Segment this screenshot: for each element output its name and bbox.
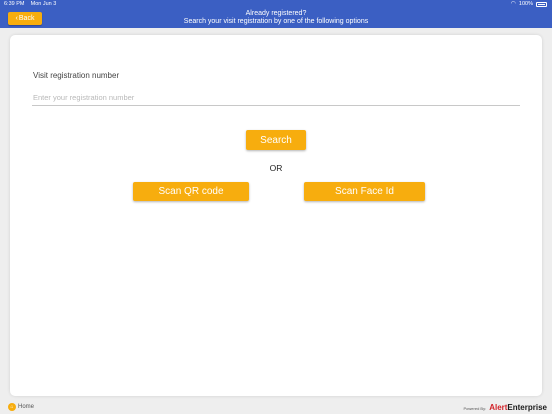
home-icon: ⌂ [8, 403, 16, 411]
scan-qr-code-button[interactable]: Scan QR code [133, 182, 249, 201]
wifi-icon: ◠ [510, 0, 516, 7]
or-divider-text: OR [269, 163, 283, 173]
page-subtitle: Search your visit registration by one of… [183, 18, 369, 25]
header-bar: 6:39 PM Mon Jun 3 ◠ 100% ‹ Back Already … [0, 0, 552, 28]
status-indicators: ◠ 100% [511, 1, 547, 7]
status-date: Mon Jun 3 [30, 1, 57, 7]
powered-by-label: Powered By: [463, 406, 487, 411]
brand-prefix: Alert [489, 403, 508, 412]
brand-suffix: Enterprise [507, 403, 547, 412]
battery-percent: 100% [518, 1, 533, 7]
powered-by: Powered By: AlertEnterprise [464, 403, 548, 412]
registration-number-input[interactable] [32, 90, 520, 106]
status-time-date: 6:39 PM Mon Jun 3 [4, 1, 56, 7]
home-label: Home [18, 404, 35, 410]
search-button[interactable]: Search [246, 130, 306, 150]
home-link[interactable]: ⌂ Home [8, 403, 34, 411]
brand-logo: AlertEnterprise [489, 403, 547, 412]
scan-face-id-button[interactable]: Scan Face Id [304, 182, 425, 201]
search-card: Visit registration number Search OR Scan… [10, 35, 542, 396]
page-title: Already registered? [245, 10, 307, 17]
status-time: 6:39 PM [4, 1, 25, 7]
battery-icon [536, 1, 547, 7]
registration-field-label: Visit registration number [33, 71, 120, 80]
